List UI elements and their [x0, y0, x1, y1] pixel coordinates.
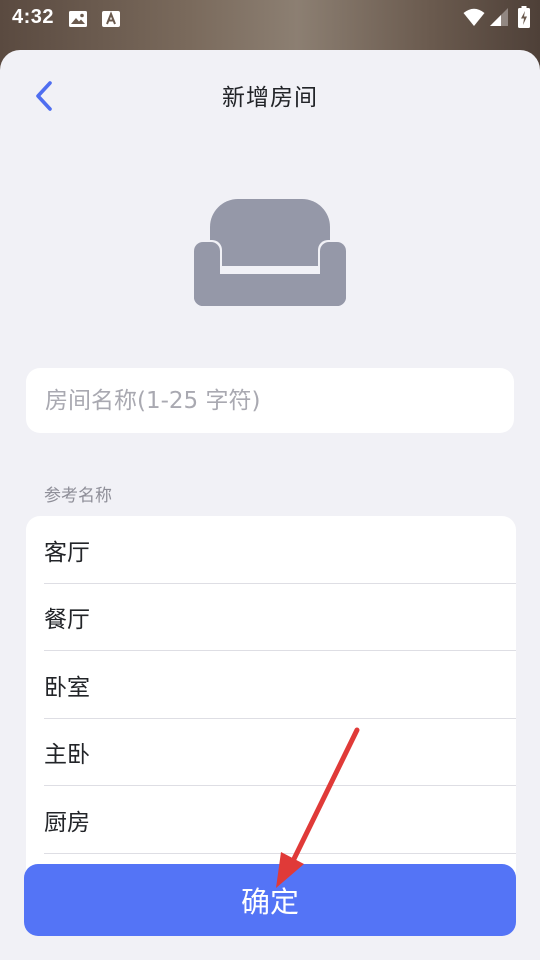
list-item[interactable]: 餐厅	[26, 584, 516, 652]
room-name-input[interactable]	[26, 368, 514, 433]
list-item[interactable]: 主卧	[26, 719, 516, 787]
list-item-label: 卧室	[44, 674, 90, 701]
list-item[interactable]: 厨房	[26, 786, 516, 854]
list-item-label: 主卧	[44, 742, 90, 769]
list-item[interactable]: 卧室	[26, 651, 516, 719]
add-room-sheet: 新增房间 参考名称 客厅 餐厅 卧室 主卧 厨房 确	[0, 50, 540, 960]
sofa-icon	[192, 199, 348, 308]
image-notification-icon	[68, 9, 88, 33]
battery-charging-icon	[518, 6, 530, 32]
page-title: 新增房间	[222, 85, 318, 111]
list-item-label: 客厅	[44, 539, 90, 566]
list-item[interactable]: 客厅	[26, 516, 516, 584]
list-item-label: 厨房	[44, 809, 90, 836]
signal-icon	[489, 7, 509, 31]
list-item-label: 餐厅	[44, 607, 90, 634]
reference-names-label: 参考名称	[44, 486, 112, 506]
reference-name-list: 客厅 餐厅 卧室 主卧 厨房	[26, 516, 516, 876]
confirm-button[interactable]: 确定	[24, 864, 516, 936]
app-a-notification-icon	[102, 9, 120, 33]
wifi-icon	[463, 7, 485, 31]
status-bar: 4:32	[0, 0, 540, 40]
room-name-field	[26, 368, 514, 433]
status-time: 4:32	[12, 6, 55, 28]
